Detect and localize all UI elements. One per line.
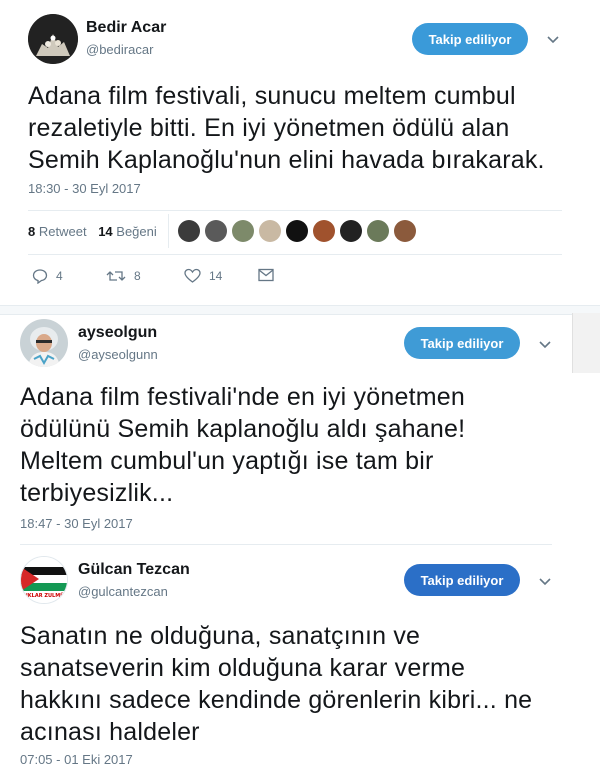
liker-avatars-divider bbox=[168, 214, 169, 248]
tweet-text-line: Meltem cumbul'un yaptığı ise tam bir bbox=[20, 447, 434, 475]
avatar[interactable] bbox=[28, 14, 78, 64]
like-action[interactable]: 14 bbox=[184, 268, 222, 284]
tweet-3: "UKLAR ZULMÜ" Gülcan Tezcan @gulcantezca… bbox=[0, 550, 600, 767]
username[interactable]: @ayseolgunn bbox=[78, 347, 158, 362]
liker-avatar[interactable] bbox=[205, 220, 227, 242]
display-name[interactable]: Bedir Acar bbox=[86, 19, 166, 37]
divider bbox=[20, 544, 552, 545]
liker-avatar[interactable] bbox=[340, 220, 362, 242]
retweet-stat-label: Retweet bbox=[38, 224, 87, 239]
avatar-image bbox=[20, 319, 68, 367]
message-icon bbox=[258, 268, 274, 282]
tweet-text-line: ödülünü Semih kaplanoğlu aldı şahane! bbox=[20, 415, 466, 443]
tweet-stats: 8 Retweet 14 Beğeni bbox=[28, 224, 157, 239]
chevron-down-icon[interactable] bbox=[546, 33, 560, 47]
liker-avatar[interactable] bbox=[232, 220, 254, 242]
tweet-text-line: hakkını sadece kendinde görenlerin kibri… bbox=[20, 686, 533, 714]
display-name[interactable]: ayseolgun bbox=[78, 324, 157, 342]
avatar[interactable] bbox=[20, 319, 68, 367]
chevron-down-icon[interactable] bbox=[538, 575, 552, 589]
tweet-text-line: acınası haldeler bbox=[20, 718, 200, 746]
retweet-stat[interactable]: 8 Retweet bbox=[28, 224, 87, 239]
tweet-text: Sanatın ne olduğuna, sanatçının ve sanat… bbox=[20, 620, 532, 748]
liker-avatars bbox=[178, 220, 428, 242]
timestamp[interactable]: 18:30 - 30 Eyl 2017 bbox=[28, 181, 141, 196]
tweet-text-line: Semih Kaplanoğlu'nun elini havada bıraka… bbox=[28, 146, 545, 174]
tweet-text: Adana film festivali'nde en iyi yönetmen… bbox=[20, 381, 465, 509]
username[interactable]: @gulcantezcan bbox=[78, 584, 168, 599]
like-stat[interactable]: 14 Beğeni bbox=[98, 224, 157, 239]
direct-message-action[interactable] bbox=[258, 268, 282, 282]
tweet-text-line: rezaletiyle bitti. En iyi yönetmen ödülü… bbox=[28, 114, 510, 142]
tweet-2: ayseolgun @ayseolgunn Takip ediliyor Ada… bbox=[0, 313, 600, 543]
divider bbox=[28, 210, 562, 211]
reply-count: 4 bbox=[56, 269, 63, 283]
retweet-count: 8 bbox=[134, 269, 141, 283]
liker-avatar[interactable] bbox=[178, 220, 200, 242]
liker-avatar[interactable] bbox=[367, 220, 389, 242]
tweet-text-line: Adana film festivali, sunucu meltem cumb… bbox=[28, 82, 516, 110]
tweet-text: Adana film festivali, sunucu meltem cumb… bbox=[28, 80, 545, 176]
chevron-down-icon[interactable] bbox=[538, 338, 552, 352]
retweet-icon bbox=[106, 271, 126, 281]
username[interactable]: @bediracar bbox=[86, 42, 153, 57]
liker-avatar[interactable] bbox=[313, 220, 335, 242]
following-button[interactable]: Takip ediliyor bbox=[404, 327, 520, 359]
timestamp[interactable]: 18:47 - 30 Eyl 2017 bbox=[20, 516, 133, 531]
reply-action[interactable]: 4 bbox=[32, 268, 63, 284]
like-stat-label: Beğeni bbox=[116, 224, 157, 239]
reply-icon bbox=[32, 269, 48, 284]
like-count: 14 bbox=[209, 269, 223, 283]
retweet-action[interactable]: 8 bbox=[106, 268, 141, 284]
following-button[interactable]: Takip ediliyor bbox=[412, 23, 528, 55]
tweet-text-line: sanatseverin kim olduğuna karar verme bbox=[20, 654, 466, 682]
tweet-text-line: Adana film festivali'nde en iyi yönetmen bbox=[20, 383, 465, 411]
tweet-1: Bedir Acar @bediracar Takip ediliyor Ada… bbox=[0, 0, 600, 300]
liker-avatar[interactable] bbox=[286, 220, 308, 242]
liker-avatar[interactable] bbox=[259, 220, 281, 242]
display-name[interactable]: Gülcan Tezcan bbox=[78, 561, 190, 579]
following-button[interactable]: Takip ediliyor bbox=[404, 564, 520, 596]
tweet-text-line: Sanatın ne olduğuna, sanatçının ve bbox=[20, 622, 421, 650]
divider bbox=[28, 254, 562, 255]
like-icon bbox=[184, 268, 201, 283]
avatar-caption: "UKLAR ZULMÜ" bbox=[21, 593, 67, 599]
liker-avatar[interactable] bbox=[394, 220, 416, 242]
tweet-text-line: terbiyesizlik... bbox=[20, 479, 174, 507]
like-stat-count: 14 bbox=[98, 224, 113, 239]
avatar-image bbox=[28, 14, 78, 64]
retweet-stat-count: 8 bbox=[28, 224, 36, 239]
avatar[interactable]: "UKLAR ZULMÜ" bbox=[20, 556, 68, 604]
